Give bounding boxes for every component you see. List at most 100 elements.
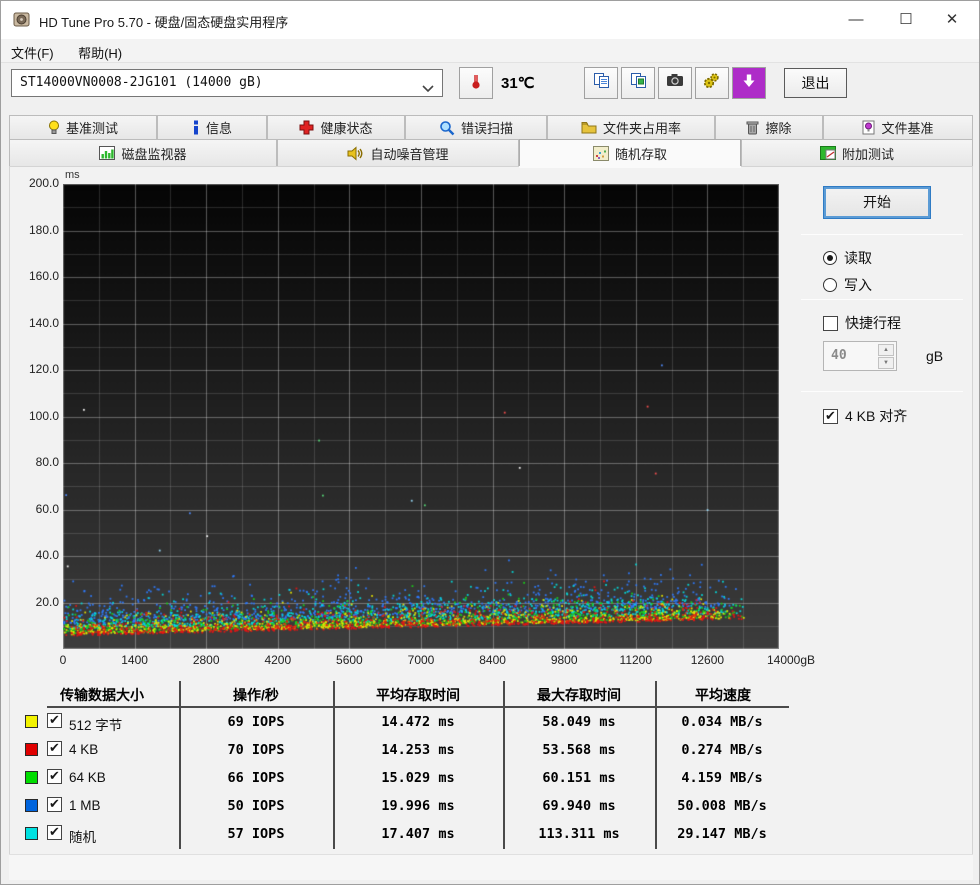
tab-folder-usage[interactable]: 文件夹占用率 [547, 115, 715, 139]
info-icon [192, 120, 200, 135]
series-visibility-checkbox[interactable] [47, 796, 62, 812]
tab-label: 磁盘监视器 [121, 146, 187, 162]
menu-bar: 文件(F) 帮助(H) [1, 39, 979, 63]
y-tick-label: 140.0 [28, 315, 59, 330]
write-label: 写入 [844, 277, 872, 293]
y-tick-label: 180.0 [28, 222, 59, 237]
tab-extra-tests[interactable]: 附加测试 [741, 139, 973, 166]
chevron-down-icon [422, 77, 434, 103]
cell-speed: 29.147 MB/s [677, 826, 767, 842]
tab-health[interactable]: 健康状态 [267, 115, 405, 139]
read-option[interactable]: 读取 [823, 248, 872, 268]
title-bar: HD Tune Pro 5.70 - 硬盘/固态硬盘实用程序 — ☐ ✕ [1, 1, 979, 39]
cell-avg: 14.472 ms [381, 714, 455, 730]
series-visibility-checkbox[interactable] [47, 740, 62, 756]
bar-chart-icon [99, 146, 116, 160]
align-4kb-label: 4 KB 对齐 [845, 408, 908, 424]
align-option[interactable]: 4 KB 对齐 [823, 406, 907, 426]
col-header-avg-speed: 平均速度 [695, 687, 751, 703]
cell-avg: 14.253 ms [381, 742, 455, 758]
options-button[interactable] [695, 67, 729, 99]
tab-info[interactable]: 信息 [157, 115, 267, 139]
spin-down-button[interactable]: ▼ [878, 357, 894, 369]
drive-select[interactable]: ST14000VN0008-2JG101 (14000 gB) [11, 69, 443, 97]
download-button[interactable] [732, 67, 766, 99]
copy-image-button[interactable] [621, 67, 655, 99]
col-header-avg-access: 平均存取时间 [376, 687, 460, 703]
column-divider [333, 681, 335, 849]
y-axis-unit-label: ms [65, 169, 80, 181]
align-4kb-checkbox[interactable] [823, 408, 838, 424]
col-header-ops: 操作/秒 [233, 687, 279, 703]
app-window: HD Tune Pro 5.70 - 硬盘/固态硬盘实用程序 — ☐ ✕ 文件(… [0, 0, 980, 885]
thermometer-icon [468, 72, 484, 95]
menu-file[interactable]: 文件(F) [1, 39, 64, 66]
short-stroke-size-input[interactable]: 40 ▲ ▼ [823, 341, 897, 371]
column-divider [179, 681, 181, 849]
copy-image-icon [630, 72, 647, 94]
health-cross-icon [299, 120, 314, 135]
download-arrow-icon [741, 73, 757, 94]
read-radio[interactable] [823, 251, 837, 265]
maximize-button[interactable]: ☐ [883, 1, 929, 39]
column-divider [655, 681, 657, 849]
series-label: 4 KB [69, 742, 99, 757]
y-tick-label: 60.0 [35, 501, 59, 516]
series-label: 512 字节 [69, 718, 123, 733]
tab-file-benchmark[interactable]: 文件基准 [823, 115, 973, 139]
start-button[interactable]: 开始 [823, 186, 931, 219]
x-tick-label: 12600 [690, 653, 725, 667]
cell-iops: 70 IOPS [227, 742, 285, 758]
short-stroke-option[interactable]: 快捷行程 [823, 313, 901, 333]
app-logo-icon [13, 11, 31, 34]
tab-label: 错误扫描 [460, 121, 513, 136]
separator [801, 234, 963, 235]
cell-iops: 57 IOPS [227, 826, 285, 842]
cell-speed: 50.008 MB/s [677, 798, 767, 814]
screenshot-button[interactable] [658, 67, 692, 99]
x-tick-label: 14000gB [766, 653, 816, 667]
cell-speed: 0.274 MB/s [681, 742, 763, 758]
status-strip [9, 854, 973, 880]
write-option[interactable]: 写入 [823, 275, 872, 295]
series-visibility-checkbox[interactable] [47, 824, 62, 840]
trash-icon [746, 120, 759, 135]
short-stroke-checkbox[interactable] [823, 315, 838, 331]
short-stroke-size-value: 40 [831, 348, 847, 363]
separator [801, 391, 963, 392]
cell-speed: 0.034 MB/s [681, 714, 763, 730]
series-label: 随机 [69, 830, 96, 845]
cell-iops: 50 IOPS [227, 798, 285, 814]
spin-up-button[interactable]: ▲ [878, 344, 894, 356]
series-visibility-checkbox[interactable] [47, 712, 62, 728]
tab-label: 自动噪音管理 [370, 146, 449, 162]
close-button[interactable]: ✕ [929, 1, 975, 39]
short-stroke-label: 快捷行程 [845, 315, 901, 331]
tab-label: 健康状态 [320, 121, 373, 136]
folder-icon [581, 121, 597, 134]
tab-disk-monitor[interactable]: 磁盘监视器 [9, 139, 277, 166]
y-tick-label: 40.0 [35, 548, 59, 562]
series-visibility-checkbox[interactable] [47, 768, 62, 784]
exit-button[interactable]: 退出 [784, 68, 847, 98]
write-radio[interactable] [823, 278, 837, 292]
tab-label: 附加测试 [841, 146, 894, 162]
tab-benchmark[interactable]: 基准测试 [9, 115, 157, 139]
series-color-swatch [25, 799, 38, 812]
menu-help[interactable]: 帮助(H) [68, 39, 132, 66]
minimize-button[interactable]: — [833, 1, 879, 39]
copy-text-button[interactable] [584, 67, 618, 99]
tab-random-access[interactable]: 随机存取 [519, 139, 741, 166]
bulb-icon [48, 120, 60, 135]
cell-avg: 17.407 ms [381, 826, 455, 842]
scatter-dots-icon [592, 145, 609, 161]
temperature-button[interactable] [459, 67, 493, 99]
window-title: HD Tune Pro 5.70 - 硬盘/固态硬盘实用程序 [39, 15, 289, 30]
tab-strip-row1: 基准测试 信息 健康状态 错误扫描 文件夹占用率 擦除 文件基准 [9, 115, 973, 139]
tab-error-scan[interactable]: 错误扫描 [405, 115, 547, 139]
series-label: 64 KB [69, 770, 106, 785]
tab-aam[interactable]: 自动噪音管理 [277, 139, 519, 166]
y-tick-label: 160.0 [28, 269, 59, 283]
tab-erase[interactable]: 擦除 [715, 115, 823, 139]
y-tick-label: 120.0 [28, 362, 59, 376]
